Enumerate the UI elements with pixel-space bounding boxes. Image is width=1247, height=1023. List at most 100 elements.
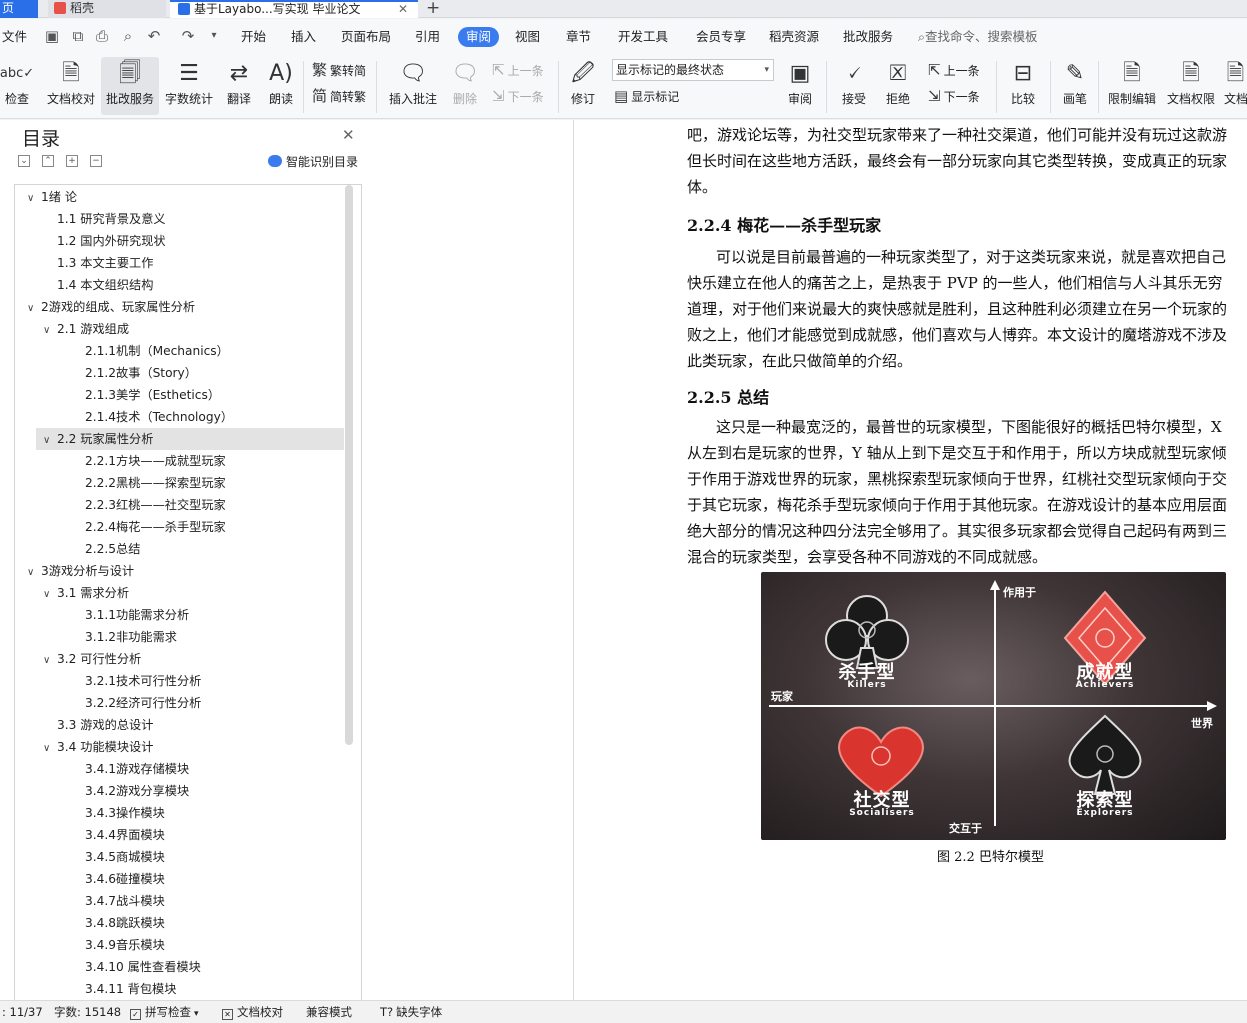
track-changes-button[interactable]: 🖉 修订 xyxy=(565,57,601,115)
menu-start[interactable]: 开始 xyxy=(241,19,266,55)
translate-button[interactable]: ⇄ 翻译 xyxy=(220,57,258,115)
toc-item[interactable]: 1.2 国内外研究现状 xyxy=(15,230,345,252)
chevron-down-icon[interactable]: ∨ xyxy=(27,188,39,210)
toc-item[interactable]: 3.1.2非功能需求 xyxy=(15,626,345,648)
toc-item[interactable]: ∨ 2游戏的组成、玩家属性分析 xyxy=(15,296,345,318)
toc-item[interactable]: ∨ 3.2 可行性分析 xyxy=(15,648,345,670)
expand-all-icon[interactable]: ⌄ xyxy=(18,155,30,167)
trad-to-simp-button[interactable]: 繁繁转简 xyxy=(312,59,366,81)
toc-item[interactable]: 3.4.8跳跃模块 xyxy=(15,912,345,934)
print-icon[interactable]: ⎙ xyxy=(94,28,110,44)
remove-heading-icon[interactable]: − xyxy=(90,155,102,167)
next-comment-button[interactable]: ⇲ 下一条 xyxy=(492,85,544,107)
menu-correction-service[interactable]: 批改服务 xyxy=(843,19,893,55)
toc-item[interactable]: ∨ 2.1 游戏组成 xyxy=(15,318,345,340)
delete-comment-button[interactable]: 🗨 删除 xyxy=(446,57,484,115)
doc-permission-button[interactable]: 🗎 文档权限 xyxy=(1164,57,1218,115)
page-indicator[interactable]: : 11/37 xyxy=(2,1001,43,1023)
add-heading-icon[interactable]: + xyxy=(66,155,78,167)
accept-button[interactable]: 🗸 接受 xyxy=(836,57,872,115)
toc-item[interactable]: 3.4.10 属性查看模块 xyxy=(15,956,345,978)
spell-check-toggle[interactable]: ✓ 拼写检查 ▾ xyxy=(130,1001,199,1023)
spell-check-button[interactable]: abc✓ 检查 xyxy=(0,57,36,115)
menu-member[interactable]: 会员专享 xyxy=(696,19,746,55)
markup-mode-select[interactable]: 显示标记的最终状态 ▾ xyxy=(612,59,774,81)
chevron-down-icon[interactable]: ∨ xyxy=(43,320,55,342)
chevron-down-icon[interactable]: ∨ xyxy=(27,298,39,320)
tab-home[interactable]: 页 xyxy=(0,0,38,18)
missing-font-indicator[interactable]: T? 缺失字体 xyxy=(380,1001,442,1023)
toc-item[interactable]: ∨ 3.4 功能模块设计 xyxy=(15,736,345,758)
save-icon[interactable]: ▣ xyxy=(44,28,60,44)
restrict-editing-button[interactable]: 🗎 限制编辑 xyxy=(1105,57,1159,115)
toc-item[interactable]: 3.4.4界面模块 xyxy=(15,824,345,846)
command-search[interactable]: ⌕查找命令、搜索模板 xyxy=(918,19,1038,55)
toc-item[interactable]: 3.1.1功能需求分析 xyxy=(15,604,345,626)
toc-item[interactable]: 1.3 本文主要工作 xyxy=(15,252,345,274)
toc-item[interactable]: ∨ 2.2 玩家属性分析 xyxy=(36,428,344,450)
new-tab-icon[interactable]: + xyxy=(426,0,440,18)
document-page[interactable]: 吧，游戏论坛等，为社交型玩家带来了一种社交渠道，他们可能并没有玩过这款游 但长时… xyxy=(573,120,1247,1000)
menu-chapter[interactable]: 章节 xyxy=(566,19,591,55)
menu-review[interactable]: 审阅 xyxy=(458,27,500,47)
doc-more-button[interactable]: 🗎 文档 xyxy=(1224,57,1247,115)
toc-item[interactable]: 3.4.11 背包模块 xyxy=(15,978,345,1000)
bartle-model-figure[interactable]: 作用于 交互于 玩家 世界 杀手型 Killers 成就型 Achievers … xyxy=(761,572,1226,840)
compat-mode-indicator[interactable]: 兼容模式 xyxy=(306,1001,352,1023)
toc-item[interactable]: 1.4 本文组织结构 xyxy=(15,274,345,296)
show-markup-button[interactable]: ▤ 显示标记 xyxy=(614,85,679,107)
chevron-down-icon[interactable]: ∨ xyxy=(27,562,39,584)
chevron-down-icon[interactable]: ∨ xyxy=(43,738,55,760)
toc-item[interactable]: 3.2.2经济可行性分析 xyxy=(15,692,345,714)
toc-item[interactable]: 2.2.1方块——成就型玩家 xyxy=(15,450,345,472)
toc-item[interactable]: 3.4.3操作模块 xyxy=(15,802,345,824)
toc-item[interactable]: 1.1 研究背景及意义 xyxy=(15,208,345,230)
compare-button[interactable]: ⊟ 比较 xyxy=(1004,57,1042,115)
chevron-down-icon[interactable]: ∨ xyxy=(43,650,55,672)
prev-change-button[interactable]: ⇱ 上一条 xyxy=(928,59,980,81)
review-pane-button[interactable]: ▣ 审阅 xyxy=(782,57,818,115)
menu-file[interactable]: 文件 xyxy=(2,19,27,55)
menu-dev-tools[interactable]: 开发工具 xyxy=(618,19,668,55)
collapse-all-icon[interactable]: ⌃ xyxy=(42,155,54,167)
tab-document[interactable]: 基于Layabo...写实现 毕业论文 ✕ xyxy=(170,0,418,18)
toc-item[interactable]: 2.2.4梅花——杀手型玩家 xyxy=(15,516,345,538)
next-change-button[interactable]: ⇲ 下一条 xyxy=(928,85,980,107)
menu-docer-resources[interactable]: 稻壳资源 xyxy=(769,19,819,55)
chevron-down-icon[interactable]: ∨ xyxy=(43,584,55,606)
toc-item[interactable]: 3.4.5商城模块 xyxy=(15,846,345,868)
redo-icon[interactable]: ↷ xyxy=(180,28,196,44)
correction-service-button[interactable]: 🗐 批改服务 xyxy=(101,57,159,115)
menu-view[interactable]: 视图 xyxy=(515,19,540,55)
proofread-button[interactable]: 🗎 文档校对 xyxy=(44,57,98,115)
toc-item[interactable]: ∨ 3.1 需求分析 xyxy=(15,582,345,604)
toc-item[interactable]: ∨ 1绪 论 xyxy=(15,186,345,208)
toc-item[interactable]: 2.2.2黑桃——探索型玩家 xyxy=(15,472,345,494)
print-preview-icon[interactable]: ⌕ xyxy=(120,28,136,44)
toc-item[interactable]: 3.4.1游戏存储模块 xyxy=(15,758,345,780)
toc-item[interactable]: 2.1.2故事（Story） xyxy=(15,362,345,384)
quick-access-dropdown-icon[interactable]: ▾ xyxy=(206,28,222,44)
ink-pen-button[interactable]: ✎ 画笔 xyxy=(1058,57,1092,115)
chevron-down-icon[interactable]: ∨ xyxy=(43,430,55,452)
toc-item[interactable]: 2.1.3美学（Esthetics） xyxy=(15,384,345,406)
toc-item[interactable]: 3.4.6碰撞模块 xyxy=(15,868,345,890)
toc-item[interactable]: 3.4.7战斗模块 xyxy=(15,890,345,912)
prev-comment-button[interactable]: ⇱ 上一条 xyxy=(492,59,544,81)
tab-close-icon[interactable]: ✕ xyxy=(398,2,408,16)
toc-item[interactable]: 2.2.3红桃——社交型玩家 xyxy=(15,494,345,516)
toc-item[interactable]: 3.3 游戏的总设计 xyxy=(15,714,345,736)
toc-item[interactable]: 2.1.4技术（Technology） xyxy=(15,406,345,428)
smart-toc-button[interactable]: 智能识别目录 xyxy=(268,153,358,170)
menu-references[interactable]: 引用 xyxy=(415,19,440,55)
toc-item[interactable]: 3.4.9音乐模块 xyxy=(15,934,345,956)
reject-button[interactable]: 🗵 拒绝 xyxy=(880,57,916,115)
menu-page-layout[interactable]: 页面布局 xyxy=(341,19,391,55)
toc-item[interactable]: 2.2.5总结 xyxy=(15,538,345,560)
toc-item[interactable]: 3.4.2游戏分享模块 xyxy=(15,780,345,802)
close-icon[interactable]: ✕ xyxy=(342,126,355,144)
toc-item[interactable]: ∨ 3游戏分析与设计 xyxy=(15,560,345,582)
proofread-status[interactable]: ✕ 文档校对 xyxy=(222,1001,283,1023)
tab-docer[interactable]: 稻壳 xyxy=(48,0,166,18)
toc-scrollbar[interactable] xyxy=(345,185,353,745)
